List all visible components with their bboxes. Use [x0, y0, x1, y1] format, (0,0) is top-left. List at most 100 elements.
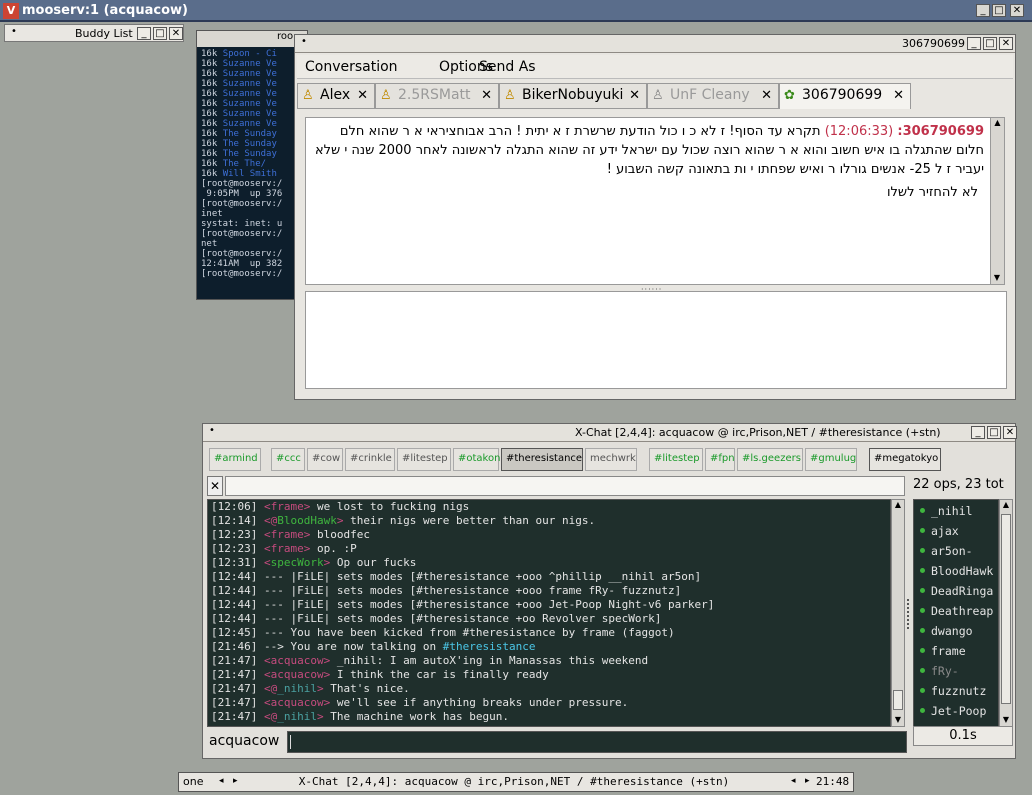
- chat-input[interactable]: [287, 731, 907, 753]
- xchat-window[interactable]: • X-Chat [2,4,4]: acquacow @ irc,Prison,…: [202, 423, 1017, 759]
- channel-tab-theresistance[interactable]: #theresistance: [501, 448, 583, 471]
- tab-unf-cleany[interactable]: ♙ UnF Cleany ✕: [647, 83, 779, 109]
- tab-close-icon[interactable]: ✕: [629, 88, 640, 103]
- tab-2-5rsmatt[interactable]: ♙ 2.5RSMatt ✕: [375, 83, 499, 109]
- scroll-up-icon[interactable]: ▲: [1000, 500, 1012, 509]
- channel-tab-ccc[interactable]: #ccc: [271, 448, 305, 471]
- terminal-window[interactable]: roo 16k Spoon - Ci 16k Suzanne Ve 16k Suza…: [196, 30, 308, 300]
- user-list-item[interactable]: _nihil: [914, 500, 998, 520]
- pane-resize-grip[interactable]: [907, 599, 911, 629]
- user-list-item[interactable]: Deathreap: [914, 600, 998, 620]
- tab-alex[interactable]: ♙ Alex ✕: [297, 83, 375, 109]
- user-list[interactable]: _nihil ajax ar5on- BloodHawk DeadRinga Deathr…: [913, 499, 999, 727]
- maximize-icon[interactable]: □: [153, 27, 167, 40]
- minimize-icon[interactable]: _: [967, 37, 981, 50]
- channel-tab-crinkle[interactable]: #crinkle: [345, 448, 395, 471]
- window-menu-icon[interactable]: •: [301, 36, 307, 47]
- channel-tab-litestep[interactable]: #litestep: [397, 448, 451, 471]
- user-list-item[interactable]: DeadRinga: [914, 580, 998, 600]
- menu-send-as[interactable]: Send As: [479, 59, 536, 75]
- conversation-window[interactable]: • 306790699 _ □ ✕ Conversation Options S…: [294, 34, 1016, 400]
- user-list-scrollbar[interactable]: ▲ ▼: [999, 499, 1013, 727]
- chat-nick[interactable]: _nihil: [277, 682, 317, 695]
- window-menu-icon[interactable]: •: [209, 425, 215, 436]
- maximize-icon[interactable]: □: [987, 426, 1001, 439]
- user-list-item[interactable]: frame: [914, 640, 998, 660]
- next-desktop-icon[interactable]: ▸: [233, 776, 238, 786]
- nickname-button[interactable]: acquacow: [209, 733, 279, 749]
- tab-close-icon[interactable]: ✕: [481, 88, 492, 103]
- channel-tab-ls-geezers[interactable]: #ls.geezers: [737, 448, 803, 471]
- channel-tab-armind[interactable]: #armind: [209, 448, 261, 471]
- user-list-item[interactable]: ajax: [914, 520, 998, 540]
- tab-close-icon[interactable]: ✕: [357, 88, 368, 103]
- channel-tab-mechwrk[interactable]: mechwrk: [585, 448, 637, 471]
- user-list-item[interactable]: ar5on-: [914, 540, 998, 560]
- maximize-icon[interactable]: □: [983, 37, 997, 50]
- buddy-list-window[interactable]: • Buddy List _ □ ✕: [4, 24, 184, 42]
- chat-line: [12:23] <frame> bloodfec: [208, 528, 890, 542]
- taskbar-task-xchat[interactable]: X-Chat [2,4,4]: acquacow @ irc,Prison,NE…: [249, 775, 779, 788]
- user-list-item[interactable]: Jet-Poop: [914, 700, 998, 720]
- root-window-titlebar[interactable]: V mooserv:1 (acquacow) _ □ ✕: [0, 0, 1032, 22]
- scroll-thumb[interactable]: [1001, 514, 1011, 704]
- scroll-down-icon[interactable]: ▼: [991, 273, 1003, 282]
- minimize-icon[interactable]: _: [137, 27, 151, 40]
- nick-bracket: <: [263, 500, 271, 513]
- desktop-name[interactable]: one: [183, 775, 203, 788]
- channel-link[interactable]: #theresistance: [443, 640, 536, 653]
- close-icon[interactable]: ✕: [999, 37, 1013, 50]
- channel-tab-cow[interactable]: #cow: [307, 448, 343, 471]
- user-list-item[interactable]: dwango: [914, 620, 998, 640]
- tab-close-icon[interactable]: ✕: [761, 88, 772, 103]
- channel-tab-otakon[interactable]: #otakon: [453, 448, 500, 471]
- chat-nick[interactable]: acquacow: [271, 668, 324, 681]
- scroll-up-icon[interactable]: ▲: [892, 500, 904, 509]
- chat-nick[interactable]: acquacow: [271, 654, 324, 667]
- user-list-item[interactable]: fuzznutz: [914, 680, 998, 700]
- topic-entry[interactable]: [225, 476, 905, 496]
- chat-log[interactable]: [12:06] <frame> we lost to fucking nigs[…: [207, 499, 891, 727]
- menu-bar: Conversation Options Send As: [297, 55, 1013, 79]
- menu-conversation[interactable]: Conversation: [305, 59, 398, 75]
- chat-line: [21:47] <acquacow> I think the car is fi…: [208, 668, 890, 682]
- lag-meter: 0.1s: [913, 726, 1013, 746]
- conversation-titlebar[interactable]: • 306790699 _ □ ✕: [295, 35, 1015, 53]
- scroll-down-icon[interactable]: ▼: [892, 715, 904, 724]
- chat-nick[interactable]: frame: [271, 542, 304, 555]
- tab-306790699[interactable]: ✿ 306790699 ✕: [779, 83, 911, 109]
- channel-tab-litestep-2[interactable]: #litestep: [649, 448, 703, 471]
- chat-nick[interactable]: _nihil: [277, 710, 317, 723]
- window-menu-icon[interactable]: •: [11, 26, 17, 37]
- chat-nick[interactable]: frame: [271, 500, 304, 513]
- tab-bikernobuyuki[interactable]: ♙ BikerNobuyuki ✕: [499, 83, 647, 109]
- channel-tab-megatokyo[interactable]: #megatokyo: [869, 448, 941, 471]
- close-icon[interactable]: ✕: [169, 27, 183, 40]
- chat-log-scrollbar[interactable]: ▲ ▼: [891, 499, 905, 727]
- minimize-icon[interactable]: _: [971, 426, 985, 439]
- close-icon[interactable]: ✕: [1003, 426, 1017, 439]
- prev-desktop-icon[interactable]: ◂: [219, 776, 224, 786]
- tab-close-icon[interactable]: ✕: [893, 88, 904, 103]
- user-list-item[interactable]: BloodHawk: [914, 560, 998, 580]
- channel-tab-gmulug[interactable]: #gmulug: [805, 448, 857, 471]
- channel-tab-fpn[interactable]: #fpn: [705, 448, 735, 471]
- xchat-titlebar[interactable]: • X-Chat [2,4,4]: acquacow @ irc,Prison,…: [203, 424, 1017, 442]
- chat-nick[interactable]: specWork: [271, 556, 324, 569]
- user-list-item[interactable]: fRy-: [914, 660, 998, 680]
- next-task-icon[interactable]: ▸: [805, 776, 810, 786]
- chat-nick[interactable]: BloodHawk: [277, 514, 337, 527]
- scroll-thumb[interactable]: [893, 690, 903, 710]
- close-icon[interactable]: ✕: [1010, 4, 1024, 17]
- maximize-icon[interactable]: □: [992, 4, 1006, 17]
- chat-nick[interactable]: frame: [271, 528, 304, 541]
- scroll-up-icon[interactable]: ▲: [991, 118, 1004, 127]
- scroll-down-icon[interactable]: ▼: [1000, 715, 1012, 724]
- chat-nick[interactable]: acquacow: [271, 696, 324, 709]
- close-tab-button[interactable]: ✕: [207, 476, 223, 496]
- message-input[interactable]: [305, 291, 1007, 389]
- minimize-icon[interactable]: _: [976, 4, 990, 17]
- prev-task-icon[interactable]: ◂: [791, 776, 796, 786]
- conversation-history[interactable]: 306790699: (12:06:33) תקרא עד הסוף! ז לא…: [305, 117, 1005, 285]
- history-scrollbar[interactable]: ▲ ▼: [990, 118, 1004, 284]
